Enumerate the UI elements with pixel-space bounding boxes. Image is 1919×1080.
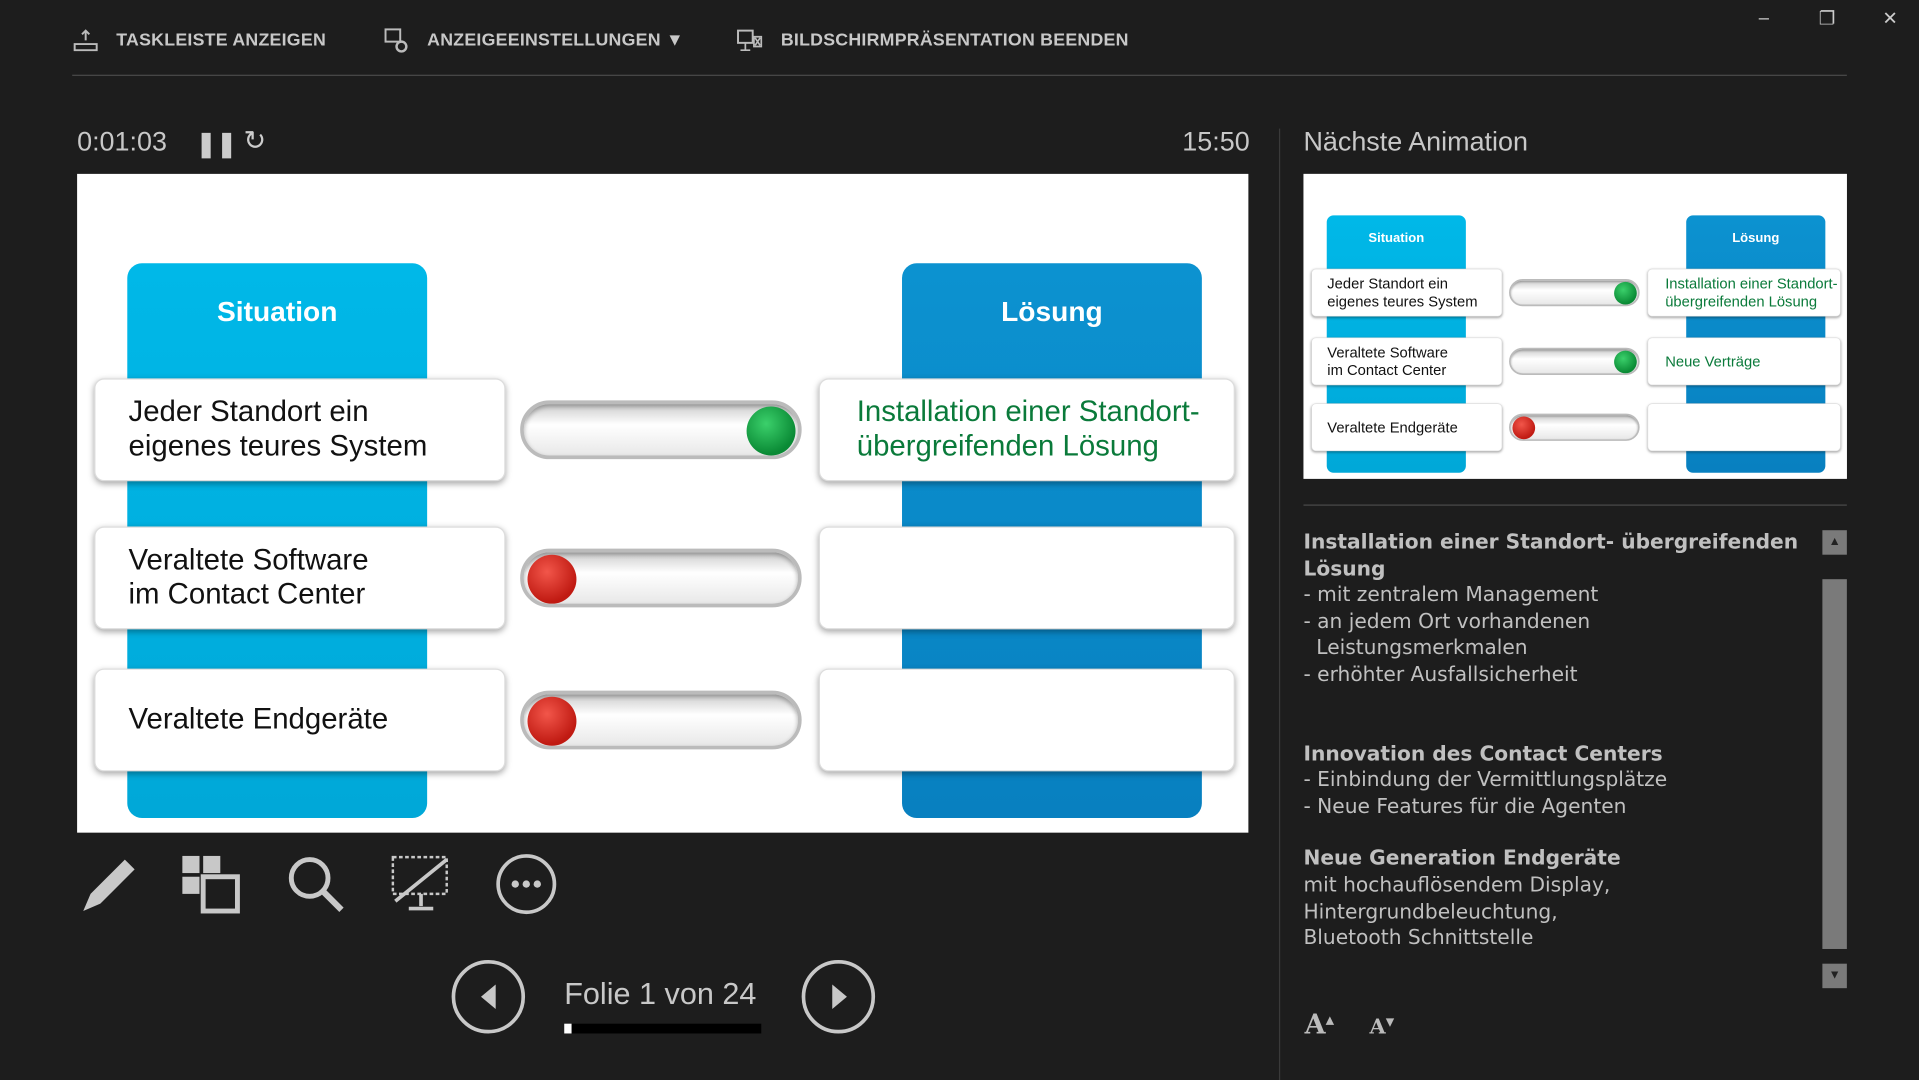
notes-line: - Neue Features für die Agenten bbox=[1303, 794, 1627, 818]
situation-box: Veraltete Endgeräte bbox=[1311, 403, 1503, 452]
decrease-font-icon[interactable]: A▼ bbox=[1370, 1015, 1395, 1039]
solution-heading: Lösung bbox=[1001, 295, 1103, 327]
situation-box: Jeder Standort ein eigenes teures System bbox=[94, 378, 506, 482]
situation-box: Veraltete Software im Contact Center bbox=[1311, 337, 1503, 386]
status-indicator-green bbox=[746, 406, 796, 456]
solution-box: Installation einer Standort- übergreifen… bbox=[818, 378, 1235, 482]
solution-heading: Lösung bbox=[1732, 230, 1780, 245]
situation-box: Veraltete Endgeräte bbox=[94, 668, 506, 772]
notes-line: - mit zentralem Management bbox=[1303, 583, 1599, 607]
more-icon bbox=[496, 854, 557, 915]
notes-line: Leistungsmerkmalen bbox=[1303, 635, 1528, 660]
notes-heading: Neue Generation Endgeräte bbox=[1303, 846, 1621, 870]
status-toggle bbox=[1509, 413, 1640, 441]
end-slideshow-button[interactable]: BILDSCHIRMPRÄSENTATION BEENDEN bbox=[737, 27, 1129, 54]
status-indicator-red bbox=[527, 554, 577, 604]
status-indicator-green bbox=[1614, 281, 1637, 305]
notes-paragraph: Installation einer Standort- übergreifen… bbox=[1303, 529, 1811, 688]
status-indicator-red bbox=[527, 696, 577, 746]
show-taskbar-label: TASKLEISTE ANZEIGEN bbox=[116, 30, 327, 51]
previous-slide-button[interactable] bbox=[451, 960, 526, 1034]
black-screen-button[interactable] bbox=[389, 852, 453, 916]
close-button[interactable]: ✕ bbox=[1882, 7, 1897, 30]
restore-button[interactable]: ❐ bbox=[1819, 7, 1835, 30]
arrow-right-icon bbox=[832, 984, 847, 1009]
solution-box bbox=[818, 668, 1235, 772]
solution-box bbox=[1647, 403, 1841, 452]
show-taskbar-button[interactable]: TASKLEISTE ANZEIGEN bbox=[72, 27, 326, 54]
clock: 15:50 bbox=[1182, 126, 1250, 157]
next-slide-button[interactable] bbox=[801, 960, 876, 1034]
preview-slide: Situation Lösung Jeder Standort ein eigene… bbox=[1303, 173, 1847, 479]
restart-timer-icon[interactable]: ↻ bbox=[244, 125, 267, 157]
status-toggle bbox=[520, 548, 802, 608]
notes-heading: Innovation des Contact Centers bbox=[1303, 741, 1663, 765]
presenter-view: TASKLEISTE ANZEIGEN ANZEIGEEINSTELLUNGEN… bbox=[0, 0, 1919, 1080]
next-slide-preview[interactable]: Situation Lösung Jeder Standort ein eigene… bbox=[1303, 173, 1847, 479]
solution-box bbox=[818, 526, 1235, 630]
end-slideshow-icon bbox=[737, 29, 763, 52]
screen-off-icon bbox=[391, 855, 448, 911]
end-slideshow-label: BILDSCHIRMPRÄSENTATION BEENDEN bbox=[780, 30, 1129, 51]
minimize-button[interactable]: – bbox=[1759, 7, 1769, 28]
next-animation-title: Nächste Animation bbox=[1303, 126, 1528, 157]
notes-line: Hintergrundbeleuchtung, bbox=[1303, 899, 1558, 923]
situation-heading: Situation bbox=[216, 295, 338, 327]
increase-font-icon[interactable]: A▲ bbox=[1305, 1009, 1334, 1041]
pause-icon[interactable]: ❚❚ bbox=[196, 129, 237, 160]
slide-progress-bar bbox=[564, 1023, 762, 1034]
zoom-button[interactable] bbox=[284, 852, 348, 916]
status-indicator-red bbox=[1512, 416, 1536, 440]
notes-paragraph: Neue Generation Endgeräte mit hochauflöse… bbox=[1303, 845, 1811, 951]
notes-heading: Installation einer Standort- übergreifen… bbox=[1303, 530, 1799, 580]
pen-icon bbox=[83, 859, 135, 912]
slide-counter: Folie 1 von 24 bbox=[564, 977, 757, 1012]
display-settings-button[interactable]: ANZEIGEEINSTELLUNGEN ▼ bbox=[383, 27, 684, 54]
slide-progress-fill bbox=[564, 1023, 573, 1034]
solution-box: Installation einer Standort- übergreifen… bbox=[1647, 268, 1841, 317]
elapsed-timer: 0:01:03 bbox=[77, 126, 167, 157]
situation-box: Jeder Standort ein eigenes teures System bbox=[1311, 268, 1503, 317]
see-all-slides-button[interactable] bbox=[179, 852, 243, 916]
solution-box: Neue Verträge bbox=[1647, 337, 1841, 386]
divider bbox=[72, 74, 1847, 76]
status-toggle bbox=[520, 400, 802, 460]
notes-line: - an jedem Ort vorhandenen bbox=[1303, 609, 1591, 633]
scroll-down-button[interactable]: ▼ bbox=[1822, 963, 1847, 989]
current-slide[interactable]: Situation Lösung Jeder Standort ein eigene… bbox=[77, 173, 1249, 833]
situation-box: Veraltete Software im Contact Center bbox=[94, 526, 506, 630]
pen-tool-button[interactable] bbox=[76, 852, 140, 916]
speaker-notes[interactable]: Installation einer Standort- übergreifen… bbox=[1303, 529, 1811, 977]
scrollbar-thumb[interactable] bbox=[1822, 579, 1847, 949]
taskbar-icon bbox=[73, 29, 98, 52]
display-settings-label: ANZEIGEEINSTELLUNGEN ▼ bbox=[427, 30, 684, 51]
display-settings-icon bbox=[384, 28, 408, 53]
notes-line: - erhöhter Ausfallsicherheit bbox=[1303, 662, 1578, 686]
notes-divider bbox=[1303, 504, 1847, 506]
magnifier-icon bbox=[288, 857, 344, 912]
status-toggle bbox=[1509, 278, 1640, 307]
notes-line: Bluetooth Schnittstelle bbox=[1303, 925, 1534, 950]
status-toggle bbox=[1509, 347, 1640, 376]
notes-line: mit hochauflösendem Display, bbox=[1303, 872, 1611, 897]
more-options-button[interactable] bbox=[494, 852, 558, 916]
notes-line: - Einbindung der Vermittlungsplätze bbox=[1303, 767, 1668, 792]
notes-paragraph: Innovation des Contact Centers - Einbindu… bbox=[1303, 740, 1811, 819]
status-indicator-green bbox=[1614, 350, 1637, 374]
situation-heading: Situation bbox=[1368, 230, 1425, 245]
status-toggle bbox=[520, 690, 802, 750]
panel-divider bbox=[1278, 128, 1281, 1080]
scroll-up-button[interactable]: ▲ bbox=[1822, 530, 1847, 555]
slides-grid-icon bbox=[182, 855, 240, 914]
arrow-left-icon bbox=[480, 984, 496, 1009]
